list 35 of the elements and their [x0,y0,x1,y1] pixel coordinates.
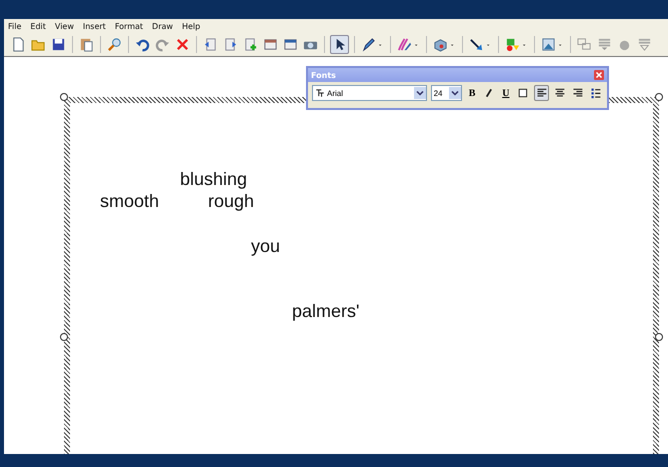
menu-item[interactable]: File [8,22,22,30]
menu-item[interactable]: View [54,22,74,30]
clipboard-icon[interactable] [78,36,95,53]
menu-item[interactable]: Insert [82,22,106,30]
image-icon[interactable] [540,36,557,53]
font-dropdown[interactable]: Arial [312,85,427,101]
text-label: blushing [180,169,248,190]
menu-item[interactable]: Help [182,22,200,30]
font-icon[interactable] [315,88,325,98]
brush-icon[interactable] [396,36,413,53]
menu-item[interactable]: Edit [30,22,46,30]
save-icon[interactable] [50,36,67,53]
align-left-icon[interactable] [534,85,550,101]
text-label: rough [208,191,254,212]
menu-item[interactable]: Format [114,22,144,30]
text-label: you [251,236,280,257]
resize-handle[interactable] [60,333,68,341]
pen-icon[interactable] [360,36,377,53]
text-label: smooth [100,191,160,212]
pointer-icon[interactable] [330,35,349,54]
resize-handle[interactable] [60,93,68,101]
close-icon[interactable] [594,70,604,80]
fill-color-icon[interactable] [504,36,521,53]
menu-item[interactable]: Draw [152,22,173,30]
bullet-list-icon[interactable] [589,86,603,100]
underline-button[interactable]: U [500,88,512,98]
size-dropdown[interactable]: 24 [430,85,462,101]
bold-button[interactable]: B [466,88,478,98]
close-icon[interactable] [174,36,191,53]
panel-title: Fonts [311,70,336,80]
zoom-icon[interactable] [106,36,123,53]
resize-handle[interactable] [655,93,663,101]
text-label: palmers' [292,301,360,322]
border-icon[interactable] [516,86,530,100]
resize-handle[interactable] [655,333,663,341]
